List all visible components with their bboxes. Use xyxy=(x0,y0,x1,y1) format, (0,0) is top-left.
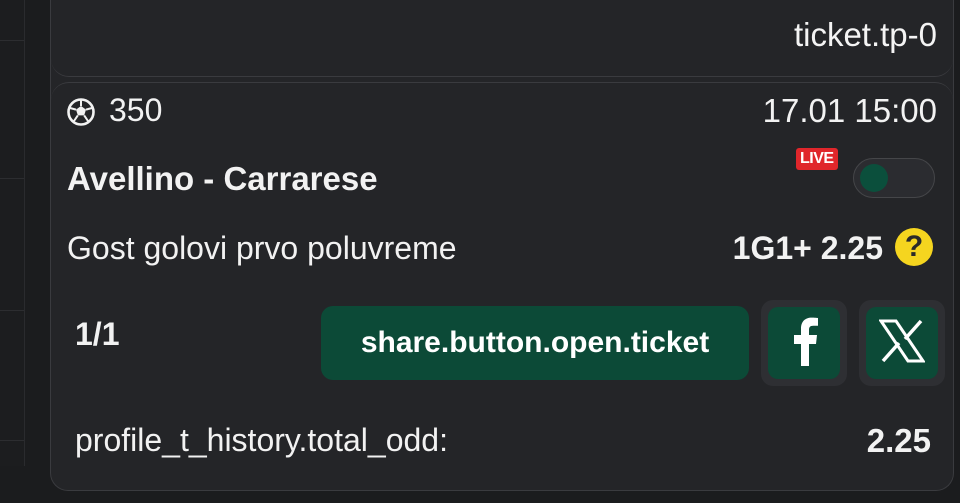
x-icon xyxy=(878,319,926,368)
divider xyxy=(0,440,24,441)
match-teams: Avellino - Carrarese xyxy=(67,160,378,197)
total-odd-label: profile_t_history.total_odd: xyxy=(75,422,448,458)
total-odd-value: 2.25 xyxy=(866,422,931,459)
match-code: 350 xyxy=(109,92,163,128)
market-name: Gost golovi prvo poluvreme xyxy=(67,230,457,266)
x-share-button[interactable] xyxy=(859,300,945,386)
share-open-ticket-button[interactable]: share.button.open.ticket xyxy=(321,306,749,380)
match-datetime: 17.01 15:00 xyxy=(762,92,937,129)
soccer-ball-icon xyxy=(67,97,95,126)
ticket-id: ticket.tp-0 xyxy=(793,16,937,53)
match-code-row: 350 xyxy=(67,92,162,129)
divider xyxy=(0,40,24,41)
live-toggle[interactable] xyxy=(853,158,935,198)
facebook-share-button[interactable] xyxy=(761,300,847,386)
facebook-icon xyxy=(787,316,821,371)
ticket-header: ticket.tp-0 xyxy=(51,0,953,77)
background-left-strip xyxy=(0,0,25,466)
toggle-knob xyxy=(860,164,888,192)
ticket-count: 1/1 xyxy=(75,316,120,352)
live-badge: LIVE xyxy=(796,148,838,170)
question-circle-icon[interactable]: ? xyxy=(895,228,933,266)
pick-odds: 1G1+ 2.25 xyxy=(732,230,883,266)
divider xyxy=(0,178,24,179)
divider xyxy=(0,310,24,311)
ticket-panel: ticket.tp-0 350 17.01 15:00 Avellino - C… xyxy=(50,0,954,491)
